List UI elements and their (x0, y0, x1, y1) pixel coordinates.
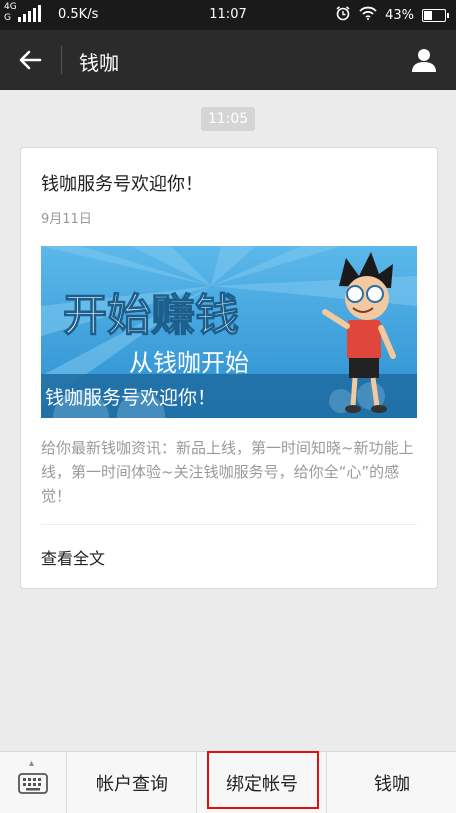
menu-qianka[interactable]: 钱咖 (326, 752, 456, 813)
page-title: 钱咖 (79, 51, 119, 75)
expand-up-icon: ▴ (29, 758, 35, 769)
battery-icon (422, 8, 449, 22)
keyboard-toggle-button[interactable]: ▴ (0, 752, 66, 813)
article-date: 9月11日 (41, 212, 92, 227)
back-button[interactable] (12, 42, 48, 78)
battery-percent: 43% (385, 7, 414, 23)
profile-button[interactable] (404, 42, 444, 78)
banner-headline: 开始赚钱 (63, 290, 239, 341)
back-arrow-icon (19, 50, 42, 70)
keyboard-icon (18, 772, 48, 794)
header-divider (61, 46, 62, 74)
highlight-outline (207, 751, 319, 809)
read-more-link[interactable]: 查看全文 (41, 545, 105, 569)
user-icon (412, 49, 436, 72)
article-title: 钱咖服务号欢迎你！ (41, 174, 203, 195)
card-divider (41, 524, 417, 525)
banner-caption: 钱咖服务号欢迎你！ (45, 387, 216, 409)
article-banner[interactable]: 开始赚钱 从钱咖开始 钱咖服务号欢迎你！ (41, 246, 417, 418)
app-header: 钱咖 (0, 30, 456, 90)
banner-subline: 从钱咖开始 (129, 349, 249, 377)
alarm-icon (335, 5, 351, 25)
wifi-icon (359, 6, 377, 24)
menu-account-query[interactable]: 帐户查询 (66, 752, 197, 813)
article-card[interactable]: 钱咖服务号欢迎你！ 9月11日 开始赚钱 从钱咖开始 钱咖服务号欢迎你！ 给你最… (20, 147, 438, 589)
article-summary: 给你最新钱咖资讯：新品上线，第一时间知晓~新功能上线，第一时间体验~关注钱咖服务… (41, 439, 414, 505)
banner-image: 开始赚钱 从钱咖开始 钱咖服务号欢迎你！ (41, 246, 417, 418)
status-bar: 4G G 0.5K/s 11:07 43% (0, 0, 456, 30)
message-timestamp: 11:05 (201, 107, 255, 131)
